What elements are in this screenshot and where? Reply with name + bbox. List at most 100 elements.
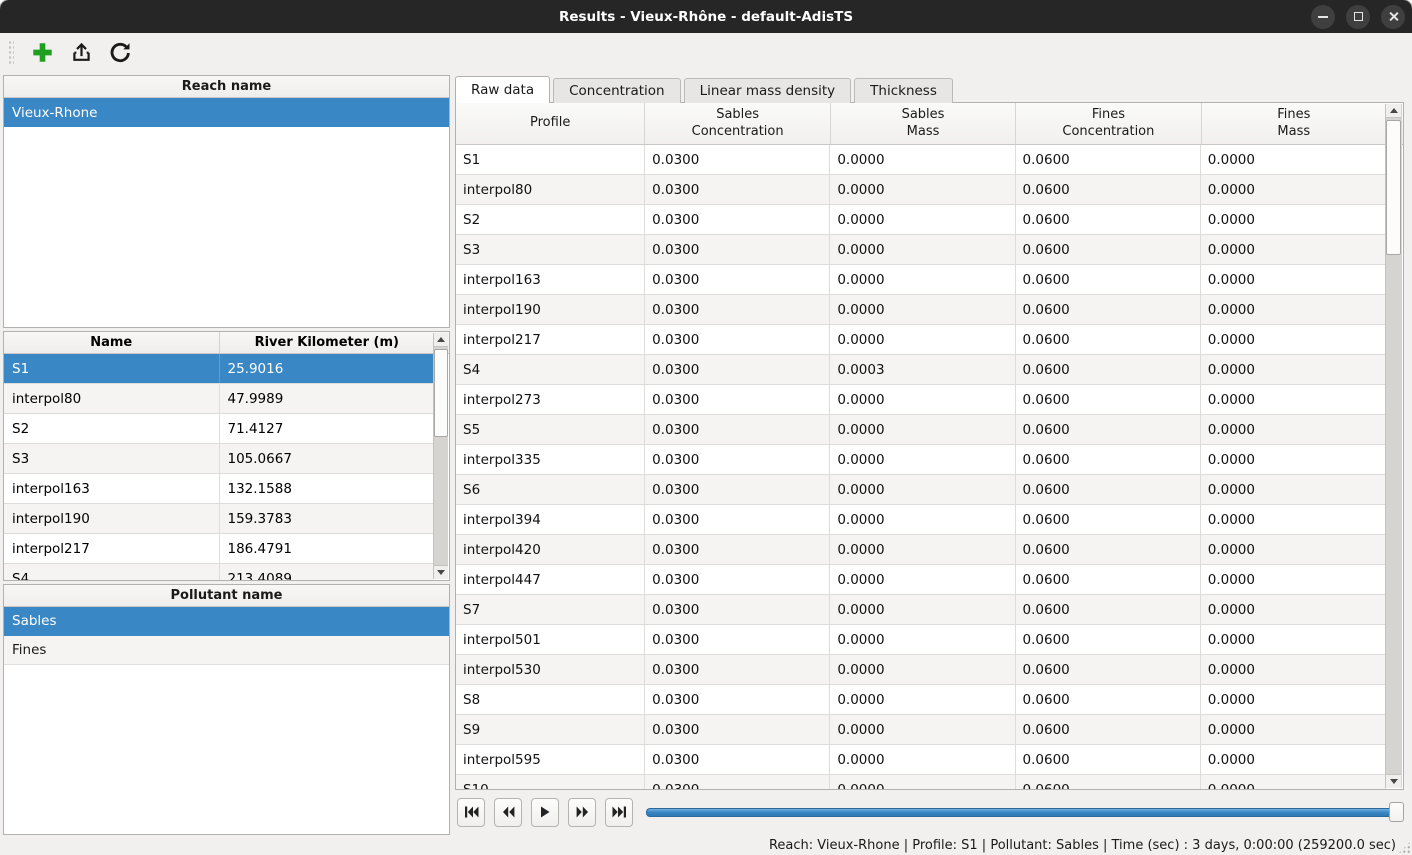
- skip-to-end-button[interactable]: [605, 798, 633, 827]
- fast-forward-button[interactable]: [568, 798, 596, 827]
- data-table-cell: 0.0000: [830, 745, 1015, 774]
- data-table-row[interactable]: S80.03000.00000.06000.0000: [456, 685, 1386, 715]
- app-window: Results - Vieux-Rhône - default-AdisTS: [0, 0, 1412, 855]
- tab-concentration[interactable]: Concentration: [553, 78, 681, 103]
- data-table-cell: 0.0600: [1016, 145, 1201, 174]
- maximize-button[interactable]: [1346, 5, 1370, 29]
- scrollbar-thumb[interactable]: [434, 349, 448, 437]
- data-table-row[interactable]: interpol5950.03000.00000.06000.0000: [456, 745, 1386, 775]
- data-table-cell: 0.0300: [645, 235, 830, 264]
- data-table-row[interactable]: S50.03000.00000.06000.0000: [456, 415, 1386, 445]
- tab-raw-data[interactable]: Raw data: [455, 76, 550, 103]
- data-table-cell: 0.0600: [1016, 265, 1201, 294]
- minimize-button[interactable]: [1311, 5, 1335, 29]
- data-table-cell: 0.0600: [1016, 565, 1201, 594]
- scroll-up-arrow[interactable]: [434, 333, 448, 347]
- data-table-row[interactable]: interpol1630.03000.00000.06000.0000: [456, 265, 1386, 295]
- data-table-cell: 0.0600: [1016, 745, 1201, 774]
- profile-table-cell: 47.9989: [220, 384, 435, 413]
- tab-thickness[interactable]: Thickness: [854, 78, 953, 103]
- profile-table-row[interactable]: S4213.4089: [4, 564, 434, 581]
- data-table-row[interactable]: S10.03000.00000.06000.0000: [456, 145, 1386, 175]
- profile-table-row[interactable]: S271.4127: [4, 414, 434, 444]
- data-table-cell: 0.0600: [1016, 295, 1201, 324]
- data-column-header[interactable]: SablesMass: [831, 103, 1016, 144]
- add-button[interactable]: [29, 40, 55, 66]
- data-table-cell: 0.0600: [1016, 715, 1201, 744]
- reach-list-item[interactable]: Vieux-Rhone: [4, 98, 449, 127]
- scroll-down-arrow[interactable]: [434, 565, 448, 579]
- profile-table-row[interactable]: interpol163132.1588: [4, 474, 434, 504]
- tab-linear-mass-density[interactable]: Linear mass density: [684, 78, 852, 103]
- data-table-row[interactable]: S100.03000.00000.06000.0000: [456, 775, 1386, 790]
- data-table-row[interactable]: interpol1900.03000.00000.06000.0000: [456, 295, 1386, 325]
- triangle-up-icon: [437, 337, 445, 342]
- data-table-row[interactable]: interpol2170.03000.00000.06000.0000: [456, 325, 1386, 355]
- close-button[interactable]: [1381, 5, 1405, 29]
- scrollbar-thumb[interactable]: [1386, 120, 1401, 255]
- profile-table-row[interactable]: S3105.0667: [4, 444, 434, 474]
- profile-table-cell: 213.4089: [220, 564, 435, 581]
- rewind-button[interactable]: [494, 798, 522, 827]
- data-table-cell: 0.0300: [645, 745, 830, 774]
- data-table-cell: 0.0000: [1201, 265, 1386, 294]
- data-column-header[interactable]: SablesConcentration: [645, 103, 830, 144]
- pollutant-list-item[interactable]: Sables: [4, 607, 449, 636]
- data-table-cell: interpol530: [456, 655, 645, 684]
- profile-table-row[interactable]: interpol217186.4791: [4, 534, 434, 564]
- data-table-row[interactable]: interpol2730.03000.00000.06000.0000: [456, 385, 1386, 415]
- time-slider-handle[interactable]: [1389, 802, 1404, 822]
- time-slider-groove[interactable]: [646, 808, 1402, 817]
- profile-table-row[interactable]: interpol8047.9989: [4, 384, 434, 414]
- refresh-button[interactable]: [107, 40, 133, 66]
- data-table-row[interactable]: interpol5300.03000.00000.06000.0000: [456, 655, 1386, 685]
- data-table-cell: 0.0600: [1016, 235, 1201, 264]
- profile-column-header[interactable]: River Kilometer (m): [220, 332, 435, 353]
- time-slider[interactable]: [646, 801, 1402, 823]
- data-table-cell: 0.0000: [830, 415, 1015, 444]
- playback-controls: [455, 790, 1404, 836]
- profile-table-cell: 25.9016: [220, 354, 435, 383]
- data-table-row[interactable]: interpol5010.03000.00000.06000.0000: [456, 625, 1386, 655]
- data-table-head: ProfileSablesConcentrationSablesMassFine…: [456, 103, 1403, 145]
- pollutant-list: SablesFines: [4, 607, 449, 665]
- skip-to-start-button[interactable]: [457, 798, 485, 827]
- data-table-row[interactable]: interpol4470.03000.00000.06000.0000: [456, 565, 1386, 595]
- triangle-up-icon: [1390, 108, 1398, 113]
- scroll-up-arrow[interactable]: [1386, 104, 1401, 118]
- play-button[interactable]: [531, 798, 559, 827]
- data-table-row[interactable]: S70.03000.00000.06000.0000: [456, 595, 1386, 625]
- export-button[interactable]: [68, 40, 94, 66]
- data-table-cell: S9: [456, 715, 645, 744]
- data-table-row[interactable]: interpol3940.03000.00000.06000.0000: [456, 505, 1386, 535]
- play-icon: [540, 806, 550, 818]
- scroll-down-arrow[interactable]: [1386, 774, 1401, 788]
- triangle-down-icon: [1390, 779, 1398, 784]
- data-table-row[interactable]: S30.03000.00000.06000.0000: [456, 235, 1386, 265]
- pollutant-list-item[interactable]: Fines: [4, 636, 449, 665]
- profile-column-header[interactable]: Name: [4, 332, 220, 353]
- profile-table-row[interactable]: interpol190159.3783: [4, 504, 434, 534]
- data-table-cell: 0.0000: [1201, 565, 1386, 594]
- data-column-header[interactable]: Profile: [456, 103, 645, 144]
- data-table-cell: 0.0000: [1201, 655, 1386, 684]
- data-column-header[interactable]: FinesMass: [1202, 103, 1386, 144]
- profile-table-cell: 159.3783: [220, 504, 435, 533]
- data-table-row[interactable]: S20.03000.00000.06000.0000: [456, 205, 1386, 235]
- profile-table-cell: interpol217: [4, 534, 220, 563]
- data-table-row[interactable]: interpol3350.03000.00000.06000.0000: [456, 445, 1386, 475]
- data-table-cell: 0.0000: [1201, 385, 1386, 414]
- toolbar-drag-handle[interactable]: [8, 40, 14, 66]
- data-table-row[interactable]: S60.03000.00000.06000.0000: [456, 475, 1386, 505]
- data-table-cell: 0.0000: [830, 325, 1015, 354]
- data-column-header[interactable]: FinesConcentration: [1016, 103, 1201, 144]
- profile-table-row[interactable]: S125.9016: [4, 354, 434, 384]
- data-table-row[interactable]: interpol4200.03000.00000.06000.0000: [456, 535, 1386, 565]
- data-table-row[interactable]: interpol800.03000.00000.06000.0000: [456, 175, 1386, 205]
- data-table-row[interactable]: S40.03000.00030.06000.0000: [456, 355, 1386, 385]
- pollutant-panel: Pollutant name SablesFines: [3, 584, 450, 835]
- profile-table-cell: S3: [4, 444, 220, 473]
- data-table-row[interactable]: S90.03000.00000.06000.0000: [456, 715, 1386, 745]
- data-table-scrollbar[interactable]: [1385, 104, 1402, 788]
- profile-table-scrollbar[interactable]: [433, 333, 448, 579]
